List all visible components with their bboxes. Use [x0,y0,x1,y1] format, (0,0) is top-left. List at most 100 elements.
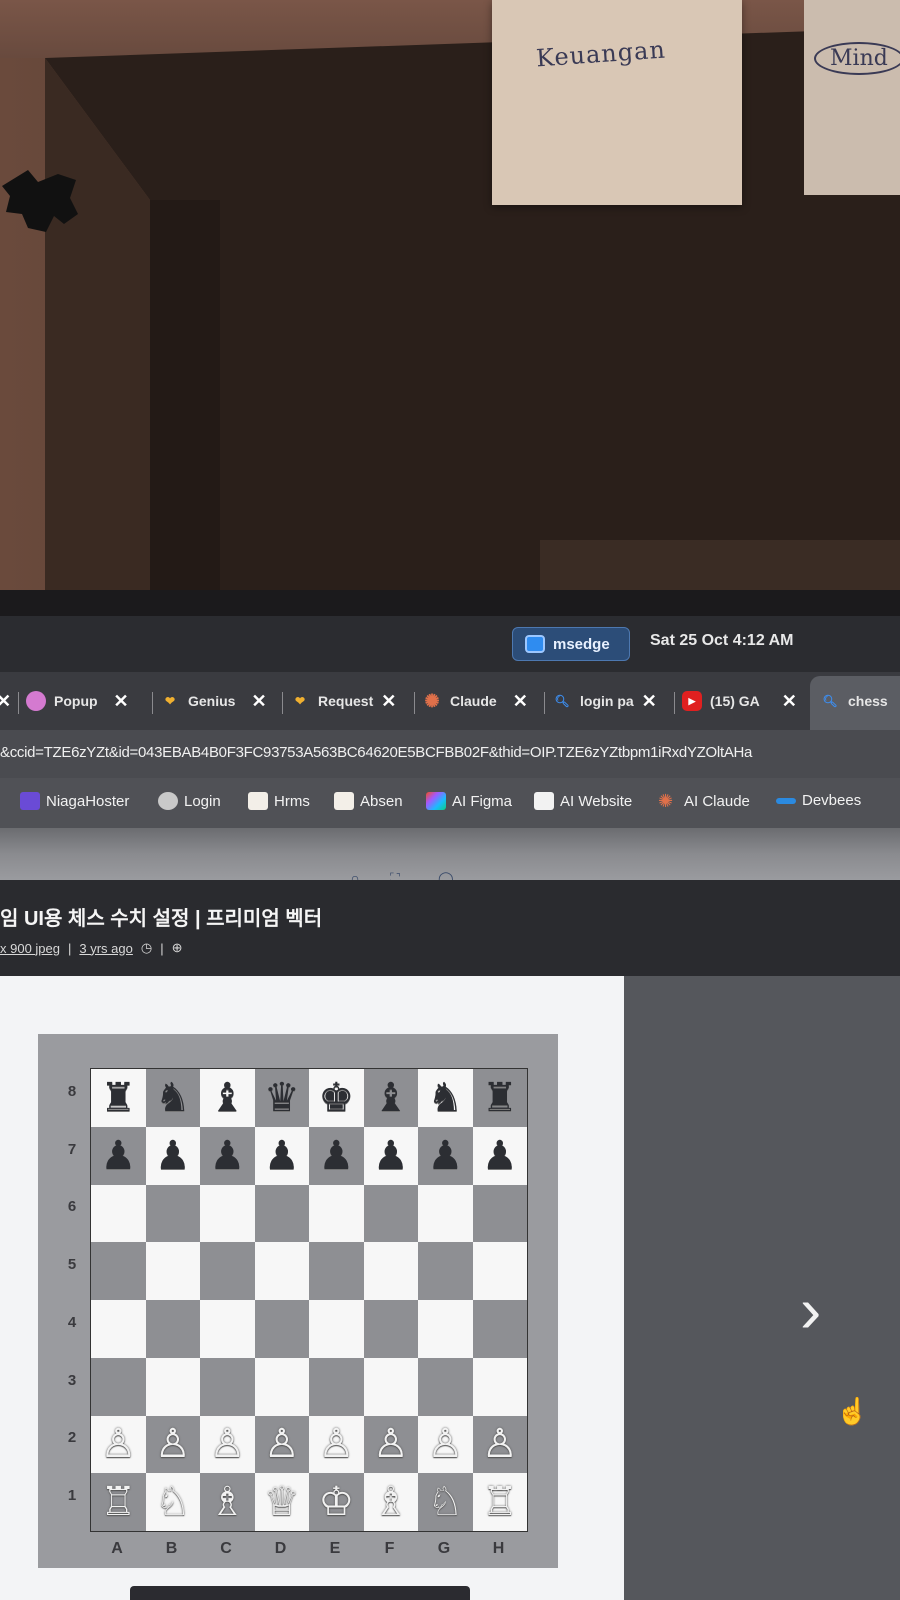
bookmark-ai-claude[interactable]: ✺ AI Claude [658,792,750,810]
chess-square [363,1357,418,1416]
chess-square [472,1357,527,1416]
image-title[interactable]: 임 UI용 체스 수치 설정 | 프리미엄 벡터 [0,902,322,931]
chess-square [418,1300,473,1358]
chess-square [145,1300,200,1358]
chess-square: ♜ [472,1069,527,1127]
bookmark-label: Absen [360,792,403,810]
tab-separator [674,692,675,714]
chess-square: ♙ [472,1415,527,1474]
tab-popup[interactable]: Popup ✕ [26,680,129,722]
url-text[interactable]: &ccid=TZE6zYZt&id=043EBAB4B0F3FC93753A56… [0,744,900,761]
tab-separator [544,692,545,714]
close-icon[interactable]: ✕ [642,691,657,712]
chess-piece-icon: ♟ [481,1133,518,1178]
chess-square [200,1242,255,1300]
chess-square [91,1300,146,1358]
chess-square [363,1242,418,1300]
bookmark-login[interactable]: Login [158,792,221,810]
chess-piece-icon: ♗ [209,1480,246,1525]
bookmark-absen[interactable]: Absen [334,792,403,810]
chess-square: ♙ [91,1415,146,1474]
close-icon[interactable]: ✕ [251,691,266,712]
tab-youtube[interactable]: ▶ (15) GA ✕ [682,680,797,722]
chess-square: ♚ [309,1069,364,1127]
tab-label: Request [318,693,374,709]
chess-square: ♖ [91,1473,146,1531]
address-bar[interactable]: &ccid=TZE6zYZt&id=043EBAB4B0F3FC93753A56… [0,730,900,778]
tab-label: Claude [450,693,497,709]
bookmark-label: Devbees [802,792,862,809]
close-icon[interactable]: ✕ [381,691,396,712]
chess-piece-icon: ♞ [427,1075,464,1120]
tab-genius[interactable]: ❤ Genius ✕ [160,680,267,722]
search-icon: 🔍︎ [822,694,838,708]
chess-square [91,1357,146,1416]
image-size[interactable]: x 900 jpeg [0,941,60,956]
taskbar-clock[interactable]: Sat 25 Oct 4:12 AM [650,632,793,650]
chess-square: ♟ [472,1126,527,1185]
login-icon [158,792,178,810]
chess-square: ♗ [200,1473,255,1531]
rank-label: 7 [67,1140,77,1158]
chess-piece-icon: ♔ [318,1480,355,1525]
image-age[interactable]: 3 yrs ago [79,941,132,956]
chess-square [363,1184,418,1243]
rank-label: 1 [67,1487,77,1505]
tab-label: Popup [54,693,98,709]
next-image-arrow-icon[interactable]: › [800,1278,821,1342]
chess-square [472,1184,527,1243]
close-icon[interactable]: ✕ [782,691,797,712]
chess-square: ♛ [254,1069,309,1127]
taskbar-app-msedge[interactable]: msedge [512,627,630,661]
file-label: D [274,1540,287,1557]
chess-square [254,1242,309,1300]
tab-chess-label[interactable]: 🔍︎ chess [820,680,888,722]
chess-square [309,1300,364,1358]
close-icon[interactable]: ✕ [513,691,528,712]
chess-piece-icon: ♖ [100,1480,137,1525]
tab-close-partial[interactable]: ✕ [0,680,11,722]
chess-square: ♝ [363,1069,418,1127]
bookmark-label: Login [184,792,221,810]
tab-request[interactable]: ❤ Request ✕ [290,680,396,722]
bookmark-niagahoster[interactable]: NiagaHoster [20,792,129,810]
bookmark-hrms[interactable]: Hrms [248,792,310,810]
chess-square: ♟ [200,1126,255,1185]
chess-square [200,1300,255,1358]
tab-separator [282,692,283,714]
chess-square: ♖ [472,1473,527,1531]
bookmark-label: AI Claude [684,792,750,810]
bookmarks-bar: NiagaHoster Login Hrms Absen AI Figma AI… [0,778,900,828]
chess-square [91,1242,146,1300]
sticky-note: Mind [804,0,900,195]
bookmark-devbees[interactable]: Devbees [776,792,861,809]
chess-square: ♙ [418,1415,473,1474]
chess-square [91,1184,146,1243]
close-icon[interactable]: ✕ [114,691,129,712]
tab-login[interactable]: 🔍︎ login pa ✕ [552,680,657,722]
bookmark-ai-website[interactable]: AI Website [534,792,632,810]
tab-label: chess [848,693,888,709]
tab-claude[interactable]: ✺ Claude ✕ [422,680,528,722]
file-label: E [329,1540,341,1557]
chess-piece-icon: ♞ [154,1075,191,1120]
taskbar-app-label: msedge [553,635,610,653]
sticky-note-text: Keuangan [535,35,667,73]
caption-partial [130,1586,470,1600]
niagahoster-icon [20,792,40,810]
chess-square: ♗ [363,1473,418,1531]
chess-square [145,1242,200,1300]
chess-piece-icon: ♟ [263,1133,300,1178]
chess-piece-icon: ♙ [372,1422,409,1467]
tab-separator [414,692,415,714]
search-icon: 🔍︎ [554,694,570,708]
popup-icon [26,691,46,711]
chess-square: ♜ [91,1069,146,1127]
info-icon[interactable]: ⊕ [172,940,183,956]
close-icon[interactable]: ✕ [0,691,11,712]
bookmark-ai-figma[interactable]: AI Figma [426,792,512,810]
chess-piece-icon: ♟ [154,1133,191,1178]
chess-piece-icon: ♟ [427,1133,464,1178]
chess-piece-icon: ♙ [154,1422,191,1467]
chess-square [254,1300,309,1358]
